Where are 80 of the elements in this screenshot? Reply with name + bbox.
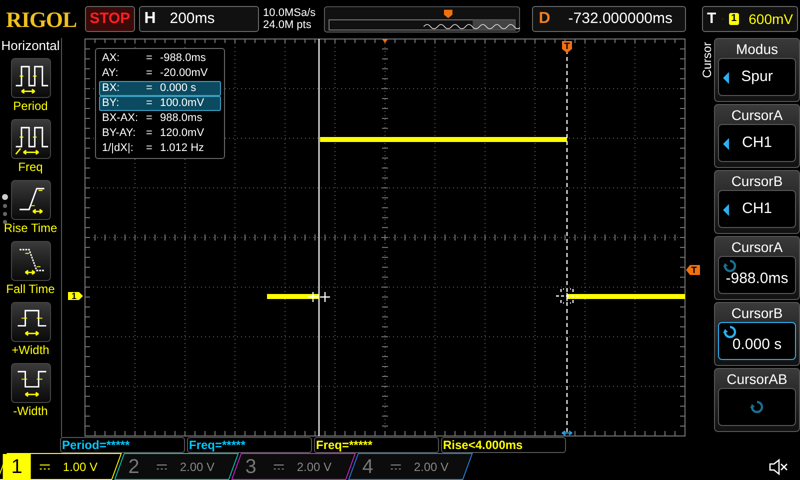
readout-label: BY: <box>102 96 120 112</box>
delay-value: -732.000000ms <box>568 8 673 29</box>
left-arrow-icon <box>723 138 729 150</box>
timebase-label: H <box>144 9 156 29</box>
cursor-a-line[interactable] <box>318 39 320 436</box>
channel-button[interactable]: 2 2.00 V <box>114 453 239 480</box>
measurement-readout: Rise<4.000ms <box>443 439 523 451</box>
arrow-icon <box>561 430 573 436</box>
speaker-muted-icon[interactable] <box>768 458 788 476</box>
readout-label: BX: <box>102 81 121 96</box>
channel-number: 4 <box>361 454 375 480</box>
delay-panel[interactable]: D -732.000000ms <box>532 6 686 32</box>
measurement-readout: Freq=***** <box>189 439 246 451</box>
channel-number: 2 <box>127 454 141 480</box>
readout-value: 120.0mV <box>160 126 204 142</box>
trigger-level-marker: T <box>686 265 700 275</box>
softkey-button[interactable]: CursorA -988.0ms <box>714 236 800 300</box>
trigger-position-marker: T <box>562 41 572 53</box>
timebase-panel[interactable]: H 200ms <box>139 6 260 32</box>
channel-marker: 1 <box>68 291 83 301</box>
softkey-button[interactable]: CursorB CH1 <box>714 170 800 234</box>
equals-sign: = <box>146 66 154 82</box>
menu-title: Horizontal <box>1 38 60 54</box>
sample-rate: 10.0MSa/s <box>263 7 316 19</box>
channel-number: 3 <box>244 454 258 480</box>
readout-value: -20.00mV <box>160 66 208 82</box>
readout-value: 100.0mV <box>160 96 204 112</box>
softkey-value: -988.0ms <box>726 268 788 289</box>
dc-coupling-icon <box>39 462 51 470</box>
readout-value: 988.0ms <box>160 111 202 126</box>
equals-sign: = <box>146 111 154 126</box>
page-dots <box>2 194 8 224</box>
readout-value: 1.012 Hz <box>160 141 204 156</box>
measurement-readout: Freq=***** <box>316 439 372 451</box>
softkey-value: 0.000 s <box>732 334 782 355</box>
softkey-value: CH1 <box>742 198 772 219</box>
trigger-panel[interactable]: T 1 600mV <box>702 6 798 32</box>
cursor-b-line[interactable] <box>566 50 568 432</box>
channel-number: 1 <box>3 454 31 480</box>
dc-coupling-icon <box>156 462 168 470</box>
softkey-value: CH1 <box>742 132 772 153</box>
readout-label: AY: <box>102 66 120 82</box>
readout-value: 0.000 s <box>160 81 196 96</box>
equals-sign: = <box>146 96 154 112</box>
softkey-button[interactable]: CursorA CH1 <box>714 104 800 168</box>
channel-button[interactable]: 4 2.00 V <box>348 453 473 480</box>
measurement-readout: Period=***** <box>62 439 130 451</box>
softkey-button[interactable]: CursorAB <box>714 368 800 432</box>
crosshair-icon <box>555 287 579 305</box>
readout-value: -988.0ms <box>160 51 206 66</box>
readout-label: 1/|dX|: <box>102 141 134 156</box>
equals-sign: = <box>146 51 154 66</box>
rotate-knob-icon <box>750 400 764 414</box>
rotate-knob-icon <box>723 325 737 339</box>
readout-label: AX: <box>102 51 121 66</box>
equals-sign: = <box>146 81 154 96</box>
delay-label: D <box>538 9 550 29</box>
timebase-value: 200ms <box>170 8 215 29</box>
softkey-value: Spur <box>741 66 773 87</box>
readout-label: BY-AY: <box>102 126 137 142</box>
rotate-knob-icon <box>723 259 737 273</box>
equals-sign: = <box>146 126 154 142</box>
menu-title: Cursor <box>700 42 714 78</box>
trigger-source-badge: 1 <box>729 13 739 25</box>
equals-sign: = <box>146 141 154 156</box>
readout-label: BX-AX: <box>102 111 140 126</box>
softkey-button[interactable]: Modus Spur <box>714 38 800 102</box>
softkey-button[interactable]: CursorB 0.000 s <box>714 302 800 366</box>
dc-coupling-icon <box>273 462 285 470</box>
channel-button[interactable]: 3 2.00 V <box>231 453 356 480</box>
trigger-label: T <box>706 8 716 29</box>
channel-button[interactable]: 1 1.00 V <box>0 453 122 480</box>
dc-coupling-icon <box>390 462 402 470</box>
left-arrow-icon <box>723 204 729 216</box>
brand-logo: RIGOL <box>5 6 78 34</box>
left-arrow-icon <box>723 72 729 84</box>
run-stop-button[interactable]: STOP <box>84 6 136 32</box>
memory-depth: 24.0M pts <box>263 19 312 31</box>
trigger-level: 600mV <box>748 10 793 28</box>
crosshair-icon <box>307 291 331 303</box>
